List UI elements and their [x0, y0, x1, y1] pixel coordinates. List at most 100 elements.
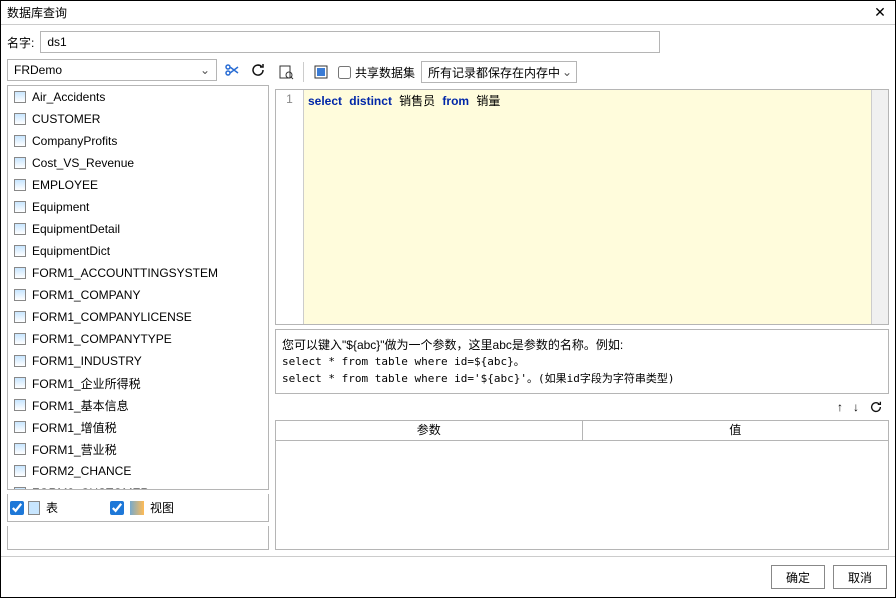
table-item-label: FORM1_ACCOUNTTINGSYSTEM [32, 266, 218, 280]
table-item[interactable]: Equipment [8, 196, 268, 218]
table-item-label: FORM1_企业所得税 [32, 375, 141, 392]
table-icon [14, 333, 26, 345]
table-item-label: EMPLOYEE [32, 178, 98, 192]
table-item[interactable]: FORM1_INDUSTRY [8, 350, 268, 372]
table-icon [28, 501, 40, 515]
left-panel: FRDemo ⌄ Air_Accidents CUSTOMER CompanyPro… [7, 59, 269, 550]
table-icon [14, 289, 26, 301]
database-select[interactable]: FRDemo ⌄ [7, 59, 217, 81]
refresh-button[interactable] [247, 59, 269, 81]
table-icon [14, 311, 26, 323]
table-item[interactable]: FORM2_CUSTOMER [8, 482, 268, 490]
table-item[interactable]: EquipmentDetail [8, 218, 268, 240]
table-item[interactable]: FORM1_COMPANY [8, 284, 268, 306]
editor-gutter: 1 [276, 90, 304, 324]
preview-button[interactable] [275, 61, 297, 83]
table-item[interactable]: EquipmentDict [8, 240, 268, 262]
table-icon [14, 245, 26, 257]
scissors-button[interactable] [221, 59, 243, 81]
table-item[interactable]: FORM1_COMPANYTYPE [8, 328, 268, 350]
table-item[interactable]: CompanyProfits [8, 130, 268, 152]
database-select-value: FRDemo [14, 63, 62, 77]
table-item[interactable]: CUSTOMER [8, 108, 268, 130]
table-item-label: Equipment [32, 200, 89, 214]
share-dataset-checkbox[interactable] [338, 66, 351, 79]
param-table-header: 参数 值 [276, 421, 888, 441]
table-item[interactable]: FORM1_ACCOUNTTINGSYSTEM [8, 262, 268, 284]
footer: 确定 取消 [1, 556, 895, 597]
table-icon [14, 157, 26, 169]
editor-scrollbar[interactable] [871, 90, 888, 324]
table-icon [14, 355, 26, 367]
dialog-title: 数据库查询 [7, 4, 871, 21]
filter-table-label: 表 [46, 499, 58, 516]
table-icon [14, 113, 26, 125]
param-col-name: 参数 [276, 421, 583, 440]
move-up-button[interactable]: ↑ [837, 400, 843, 414]
filter-row: 表 视图 [7, 494, 269, 522]
table-icon [14, 179, 26, 191]
sql-editor[interactable]: 1 select distinct 销售员 from 销量 [275, 89, 889, 325]
table-item-label: Air_Accidents [32, 90, 105, 104]
hint-box: 您可以键入"${abc}"做为一个参数，这里abc是参数的名称。例如: sele… [275, 329, 889, 394]
right-panel: 共享数据集 所有记录都保存在内存中 1 select distinct 销售员 … [275, 59, 889, 550]
refresh-params-button[interactable] [869, 400, 883, 414]
display-button[interactable] [310, 61, 332, 83]
table-item-label: CompanyProfits [32, 134, 117, 148]
table-icon [14, 377, 26, 389]
close-button[interactable]: ✕ [871, 4, 889, 21]
name-label: 名字: [7, 34, 34, 51]
table-item-label: FORM2_CUSTOMER [32, 486, 149, 490]
filter-view-label: 视图 [150, 499, 174, 516]
hint-line-3: select * from table where id='${abc}'。(如… [282, 371, 882, 388]
param-tools: ↑ ↓ [275, 398, 889, 416]
table-item-label: FORM1_INDUSTRY [32, 354, 142, 368]
hint-line-2: select * from table where id=${abc}。 [282, 354, 882, 371]
table-icon [14, 487, 26, 490]
table-item-label: EquipmentDetail [32, 222, 120, 236]
table-item[interactable]: FORM1_COMPANYLICENSE [8, 306, 268, 328]
table-item-label: FORM1_增值税 [32, 419, 117, 436]
filter-view-checkbox[interactable] [110, 501, 124, 515]
chevron-down-icon: ⌄ [200, 63, 210, 77]
param-col-value: 值 [583, 421, 889, 440]
table-item-label: FORM1_基本信息 [32, 397, 129, 414]
name-input[interactable] [40, 31, 660, 53]
table-item-label: FORM1_COMPANYLICENSE [32, 310, 192, 324]
table-icon [14, 399, 26, 411]
table-icon [14, 201, 26, 213]
table-item[interactable]: EMPLOYEE [8, 174, 268, 196]
view-icon [130, 501, 144, 515]
table-search-input[interactable] [7, 526, 269, 550]
table-icon [14, 91, 26, 103]
table-item[interactable]: FORM1_营业税 [8, 438, 268, 460]
table-list[interactable]: Air_Accidents CUSTOMER CompanyProfits Cost_… [7, 85, 269, 490]
table-item[interactable]: Air_Accidents [8, 86, 268, 108]
table-item[interactable]: FORM1_企业所得税 [8, 372, 268, 394]
table-icon [14, 267, 26, 279]
table-item-label: FORM1_营业税 [32, 441, 117, 458]
move-down-button[interactable]: ↓ [853, 400, 859, 414]
titlebar: 数据库查询 ✕ [1, 1, 895, 25]
storage-mode-select[interactable]: 所有记录都保存在内存中 [421, 61, 577, 83]
table-item-label: FORM2_CHANCE [32, 464, 131, 478]
name-row: 名字: [1, 25, 895, 59]
share-dataset-label[interactable]: 共享数据集 [338, 64, 415, 81]
table-item[interactable]: FORM1_基本信息 [8, 394, 268, 416]
table-icon [14, 421, 26, 433]
table-item-label: FORM1_COMPANY [32, 288, 140, 302]
table-icon [14, 223, 26, 235]
ok-button[interactable]: 确定 [771, 565, 825, 589]
param-table: 参数 值 [275, 420, 889, 550]
table-icon [14, 465, 26, 477]
table-item[interactable]: Cost_VS_Revenue [8, 152, 268, 174]
cancel-button[interactable]: 取消 [833, 565, 887, 589]
table-item[interactable]: FORM1_增值税 [8, 416, 268, 438]
sql-code[interactable]: select distinct 销售员 from 销量 [304, 90, 871, 324]
table-item-label: Cost_VS_Revenue [32, 156, 134, 170]
table-item[interactable]: FORM2_CHANCE [8, 460, 268, 482]
toolbar: 共享数据集 所有记录都保存在内存中 [275, 59, 889, 85]
table-icon [14, 135, 26, 147]
table-item-label: FORM1_COMPANYTYPE [32, 332, 172, 346]
filter-table-checkbox[interactable] [10, 501, 24, 515]
